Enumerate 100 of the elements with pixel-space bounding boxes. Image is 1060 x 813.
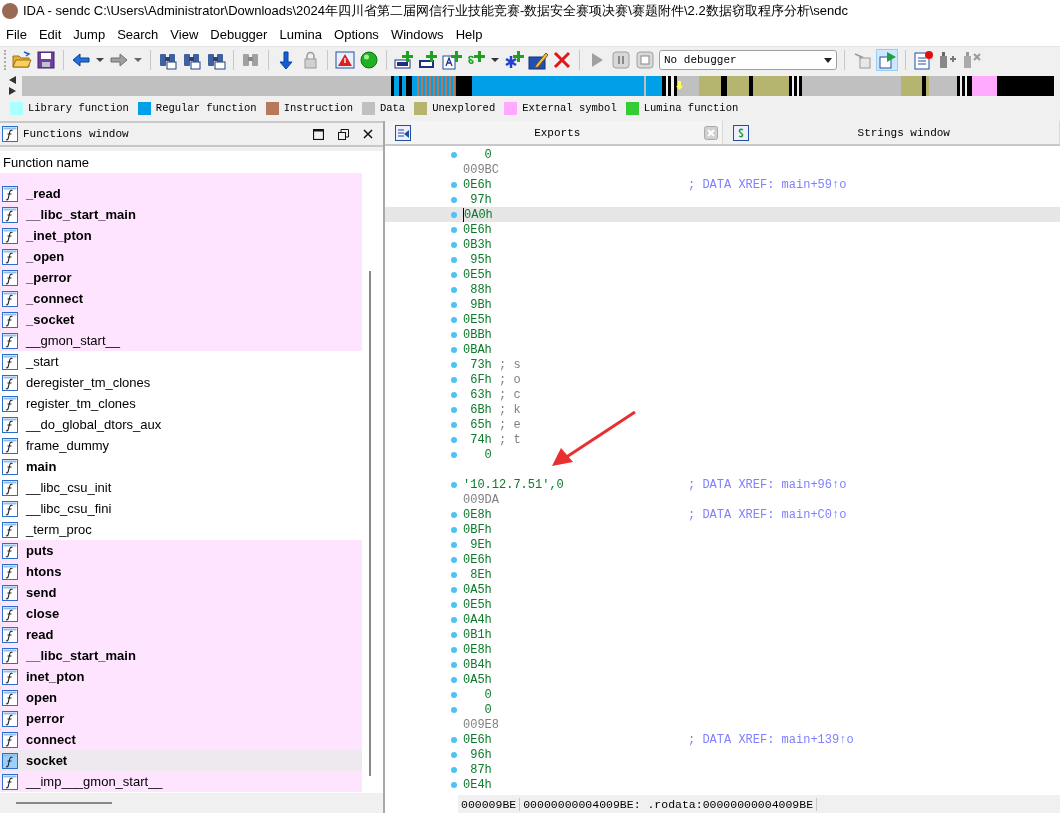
listing-line[interactable]: 96h — [385, 747, 1060, 762]
function-item[interactable]: _socket — [0, 309, 362, 330]
report-icon[interactable] — [913, 50, 933, 70]
save-icon[interactable] — [36, 50, 56, 70]
function-item[interactable]: __do_global_dtors_aux — [0, 414, 362, 435]
listing-line[interactable]: 9Bh — [385, 297, 1060, 312]
function-item[interactable]: _open — [0, 246, 362, 267]
function-item[interactable]: __libc_start_main — [0, 645, 362, 666]
function-item[interactable]: __gmon_start__ — [0, 330, 362, 351]
listing-line[interactable]: 0B1h — [385, 627, 1060, 642]
back-arrow-icon[interactable] — [71, 50, 91, 70]
function-item[interactable]: puts — [0, 540, 362, 561]
down-arrow-icon[interactable] — [276, 50, 296, 70]
column-header[interactable]: Function name — [0, 151, 383, 173]
listing-line[interactable]: 009BC — [385, 162, 1060, 177]
warning-icon[interactable] — [335, 50, 355, 70]
listing-line[interactable]: 73h ; s — [385, 357, 1060, 372]
listing-line[interactable]: 0E6h — [385, 552, 1060, 567]
listing-line[interactable]: 0A5h — [385, 582, 1060, 597]
listing-line[interactable]: 0E6h ; DATA XREF: main+139↑o — [385, 732, 1060, 747]
function-item[interactable]: _start — [0, 351, 362, 372]
function-item[interactable]: _term_proc — [0, 519, 362, 540]
function-item[interactable]: open — [0, 687, 362, 708]
open-folder-icon[interactable] — [12, 50, 32, 70]
function-item[interactable]: frame_dummy — [0, 435, 362, 456]
listing-line[interactable]: 009E8 — [385, 717, 1060, 732]
function-item[interactable]: __libc_csu_init — [0, 477, 362, 498]
menu-item[interactable]: Edit — [32, 26, 68, 42]
function-item[interactable]: read — [0, 624, 362, 645]
listing-line[interactable]: 65h ; e — [385, 417, 1060, 432]
listing-line[interactable]: 74h ; t — [385, 432, 1060, 447]
menu-item[interactable]: Jump — [67, 26, 112, 42]
scrollbar-thumb[interactable] — [368, 271, 371, 776]
function-item[interactable]: perror — [0, 708, 362, 729]
plug-plus-icon[interactable] — [937, 50, 957, 70]
function-item[interactable]: socket — [0, 750, 362, 771]
listing-line[interactable]: 0E5h — [385, 597, 1060, 612]
asterisk-plus-icon[interactable] — [504, 50, 524, 70]
text-plus-icon[interactable] — [442, 50, 462, 70]
listing-line[interactable]: 0E5h — [385, 267, 1060, 282]
menu-item[interactable]: Options — [328, 26, 385, 42]
listing-line[interactable]: 0E8h ; DATA XREF: main+C0↑o — [385, 507, 1060, 522]
debugger-dropdown[interactable]: No debugger — [659, 50, 837, 70]
scrollbar-thumb[interactable] — [16, 802, 112, 804]
restore-icon[interactable] — [338, 128, 349, 140]
menu-item[interactable]: View — [164, 26, 205, 42]
menu-item[interactable]: File — [0, 26, 33, 42]
function-item[interactable]: _read — [0, 183, 362, 204]
function-item[interactable]: connect — [0, 729, 362, 750]
data-plus-icon[interactable] — [418, 50, 438, 70]
listing-line[interactable]: 0 — [385, 687, 1060, 702]
listing-line[interactable]: 0E5h — [385, 312, 1060, 327]
function-item[interactable]: __imp___gmon_start__ — [0, 771, 362, 792]
close-icon[interactable] — [363, 128, 373, 139]
function-item[interactable]: register_tm_clones — [0, 393, 362, 414]
listing-line[interactable]: 0B4h — [385, 657, 1060, 672]
function-item[interactable]: __libc_csu_fini — [0, 498, 362, 519]
function-item[interactable]: close — [0, 603, 362, 624]
pause-icon[interactable] — [611, 50, 631, 70]
listing-line[interactable]: 0E6h — [385, 222, 1060, 237]
run-icon[interactable] — [876, 49, 898, 71]
listing-line[interactable]: 88h — [385, 282, 1060, 297]
listing-line[interactable]: 8Eh — [385, 567, 1060, 582]
listing-line[interactable]: 0BAh — [385, 342, 1060, 357]
function-item[interactable]: __libc_start_main — [0, 204, 362, 225]
listing-line[interactable]: 9Eh — [385, 537, 1060, 552]
listing-line[interactable]: 87h — [385, 762, 1060, 777]
cross-icon[interactable] — [552, 50, 572, 70]
menu-item[interactable]: Windows — [384, 26, 450, 42]
function-item[interactable]: deregister_tm_clones — [0, 372, 362, 393]
menu-item[interactable]: Lumina — [273, 26, 329, 42]
menu-item[interactable]: Debugger — [204, 26, 274, 42]
listing-line[interactable]: 6Bh ; k — [385, 402, 1060, 417]
tab[interactable]: Strings window — [722, 121, 1060, 144]
menu-item[interactable]: Help — [449, 26, 489, 42]
ball-icon[interactable] — [359, 50, 379, 70]
listing-line[interactable]: 6Fh ; o — [385, 372, 1060, 387]
maximize-icon[interactable] — [313, 128, 324, 140]
listing-line[interactable]: 63h ; c — [385, 387, 1060, 402]
listing-line[interactable]: 0BFh — [385, 522, 1060, 537]
listing-line[interactable]: 0 — [385, 447, 1060, 462]
tab[interactable]: Exports — [385, 121, 723, 144]
function-item[interactable]: _perror — [0, 267, 362, 288]
listing-line[interactable]: 0BBh — [385, 327, 1060, 342]
scroll-right-icon[interactable] — [9, 87, 16, 95]
listing-line[interactable]: 0E6h ; DATA XREF: main+59↑o — [385, 177, 1060, 192]
function-item[interactable]: _connect — [0, 288, 362, 309]
listing-line[interactable]: 97h — [385, 192, 1060, 207]
listing-line[interactable]: 0A4h — [385, 612, 1060, 627]
menu-item[interactable]: Search — [111, 26, 165, 42]
listing-line[interactable]: 95h — [385, 252, 1060, 267]
listing-line[interactable]: '10.12.7.51',0 ; DATA XREF: main+96↑o — [385, 477, 1060, 492]
navigation-band-drawing[interactable] — [22, 75, 1054, 96]
function-item[interactable]: _inet_pton — [0, 225, 362, 246]
listing-line[interactable]: 0A5h — [385, 672, 1060, 687]
listing-line[interactable]: 0E8h — [385, 642, 1060, 657]
caret-icon[interactable] — [824, 57, 832, 63]
scroll-left-icon[interactable] — [9, 76, 16, 84]
function-item[interactable]: send — [0, 582, 362, 603]
function-item[interactable]: inet_pton — [0, 666, 362, 687]
